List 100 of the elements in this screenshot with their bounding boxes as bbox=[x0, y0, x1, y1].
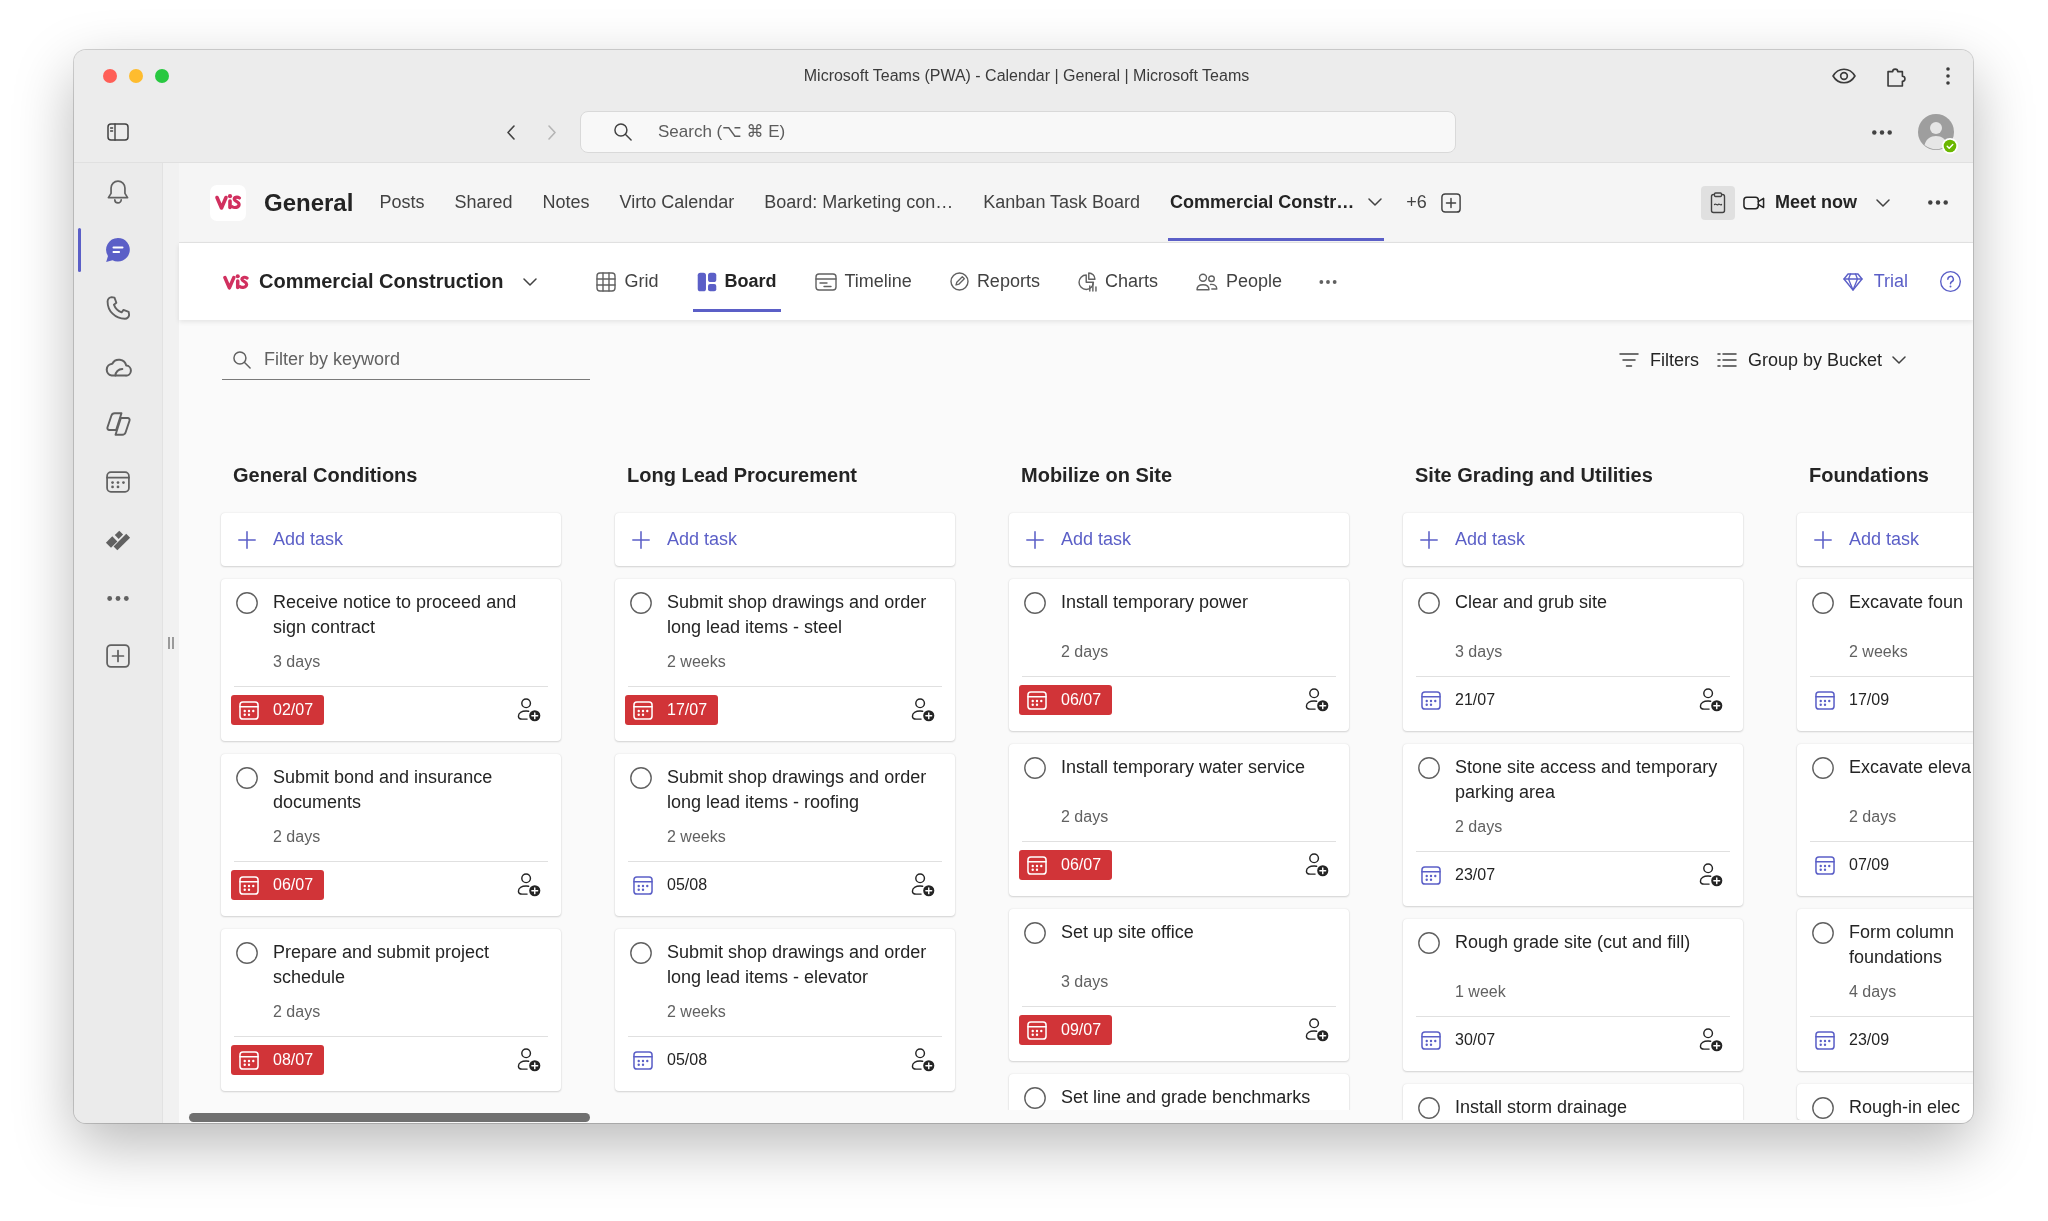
task-checkbox[interactable] bbox=[630, 766, 652, 789]
task-checkbox[interactable] bbox=[630, 591, 652, 614]
add-person-icon[interactable] bbox=[1699, 1028, 1723, 1052]
search-field[interactable]: Search (⌥ ⌘ E) bbox=[580, 111, 1456, 153]
view-tab[interactable]: People bbox=[1191, 251, 1286, 312]
view-tab[interactable]: Reports bbox=[945, 251, 1044, 312]
add-person-icon[interactable] bbox=[911, 1048, 935, 1072]
add-person-icon[interactable] bbox=[1305, 853, 1329, 877]
trial-button[interactable]: Trial bbox=[1842, 271, 1908, 292]
channel-tab[interactable]: Virto Calendar bbox=[617, 163, 737, 241]
due-date-button[interactable]: 06/07 bbox=[231, 870, 325, 900]
task-card[interactable]: Excavate eleva 2 days 07/09 bbox=[1797, 744, 1973, 896]
channel-tab[interactable]: Kanban Task Board bbox=[981, 163, 1143, 241]
linked-shapes-icon[interactable] bbox=[105, 412, 131, 436]
due-date-button[interactable]: 23/09 bbox=[1807, 1025, 1901, 1055]
add-task-button[interactable]: Add task bbox=[1009, 513, 1349, 566]
due-date-button[interactable]: 09/07 bbox=[1019, 1015, 1113, 1045]
due-date-button[interactable]: 07/09 bbox=[1807, 850, 1901, 880]
task-checkbox[interactable] bbox=[1812, 756, 1834, 779]
task-card[interactable]: Submit bond and insurance documents 2 days 06/07 bbox=[221, 754, 561, 916]
task-card[interactable]: Set up site office 3 days 09/07 bbox=[1009, 909, 1349, 1061]
task-card[interactable]: Receive notice to proceed and sign contract 3 days 02/07 bbox=[221, 579, 561, 741]
add-person-icon[interactable] bbox=[1699, 688, 1723, 712]
task-card[interactable]: Form column foundations 4 days 23/09 bbox=[1797, 909, 1973, 1071]
phone-icon[interactable] bbox=[106, 296, 130, 320]
add-person-icon[interactable] bbox=[911, 873, 935, 897]
task-card[interactable]: Submit shop drawings and order long lead items - steel 2 weeks 17/07 bbox=[615, 579, 955, 741]
due-date-button[interactable]: 17/09 bbox=[1807, 685, 1901, 715]
sidebar-icon[interactable] bbox=[107, 123, 129, 141]
task-checkbox[interactable] bbox=[1418, 1096, 1440, 1119]
add-person-icon[interactable] bbox=[517, 698, 541, 722]
due-date-button[interactable]: 05/08 bbox=[625, 1045, 719, 1075]
more-icon[interactable] bbox=[1319, 279, 1337, 284]
task-checkbox[interactable] bbox=[1812, 1096, 1834, 1119]
group-by-button[interactable]: Group by Bucket bbox=[1716, 349, 1906, 371]
add-person-icon[interactable] bbox=[911, 698, 935, 722]
add-person-icon[interactable] bbox=[1305, 688, 1329, 712]
add-task-button[interactable]: Add task bbox=[1403, 513, 1743, 566]
task-card[interactable]: Rough grade site (cut and fill) 1 week 30/07 bbox=[1403, 919, 1743, 1071]
more-icon[interactable] bbox=[1946, 67, 1950, 85]
task-checkbox[interactable] bbox=[1024, 921, 1046, 944]
task-card[interactable]: Install temporary power 2 days 06/07 bbox=[1009, 579, 1349, 731]
chevron-down-icon[interactable] bbox=[1876, 198, 1890, 207]
view-tab[interactable]: Charts bbox=[1073, 251, 1162, 312]
task-card[interactable]: Install temporary water service 2 days 06/07 bbox=[1009, 744, 1349, 896]
due-date-button[interactable]: 08/07 bbox=[231, 1045, 325, 1075]
meet-now-button[interactable]: Meet now bbox=[1743, 192, 1857, 213]
due-date-button[interactable]: 05/08 bbox=[625, 870, 719, 900]
task-card[interactable]: Clear and grub site 3 days 21/07 bbox=[1403, 579, 1743, 731]
help-icon[interactable] bbox=[1940, 271, 1961, 292]
window-close-button[interactable] bbox=[103, 69, 117, 83]
due-date-button[interactable]: 06/07 bbox=[1019, 850, 1113, 880]
view-tab[interactable]: Timeline bbox=[810, 251, 916, 312]
add-icon[interactable] bbox=[106, 644, 130, 668]
filter-field[interactable]: Filter by keyword bbox=[222, 340, 590, 380]
task-checkbox[interactable] bbox=[1024, 756, 1046, 779]
view-tab[interactable]: Grid bbox=[592, 251, 663, 312]
add-person-icon[interactable] bbox=[517, 1048, 541, 1072]
task-card[interactable]: Set line and grade benchmarks bbox=[1009, 1074, 1349, 1110]
more-icon[interactable] bbox=[1872, 129, 1892, 135]
task-card[interactable]: Submit shop drawings and order long lead items - roofing 2 weeks 05/08 bbox=[615, 754, 955, 916]
channel-tab[interactable]: Notes bbox=[540, 163, 592, 241]
add-person-icon[interactable] bbox=[517, 873, 541, 897]
task-card[interactable]: Excavate foun 2 weeks 17/09 bbox=[1797, 579, 1973, 731]
task-checkbox[interactable] bbox=[1024, 591, 1046, 614]
task-card[interactable]: Install storm drainage bbox=[1403, 1084, 1743, 1120]
scrollbar-thumb[interactable] bbox=[189, 1113, 590, 1122]
task-checkbox[interactable] bbox=[1418, 591, 1440, 614]
due-date-button[interactable]: 23/07 bbox=[1413, 860, 1507, 890]
task-card[interactable]: Submit shop drawings and order long lead items - elevator 2 weeks 05/08 bbox=[615, 929, 955, 1091]
more-icon[interactable] bbox=[107, 595, 129, 601]
task-checkbox[interactable] bbox=[630, 941, 652, 964]
back-icon[interactable] bbox=[507, 124, 515, 140]
task-card[interactable]: Prepare and submit project schedule 2 days 08/07 bbox=[221, 929, 561, 1091]
add-person-icon[interactable] bbox=[1305, 1018, 1329, 1042]
filters-button[interactable]: Filters bbox=[1618, 349, 1699, 371]
task-checkbox[interactable] bbox=[1418, 756, 1440, 779]
diagonal-blocks-icon[interactable] bbox=[105, 529, 131, 551]
chat-icon[interactable] bbox=[105, 237, 131, 263]
more-tabs-button[interactable]: +6 bbox=[1406, 192, 1427, 213]
more-icon[interactable] bbox=[1928, 200, 1948, 205]
bell-icon[interactable] bbox=[107, 180, 129, 204]
due-date-button[interactable]: 21/07 bbox=[1413, 685, 1507, 715]
chevron-down-icon[interactable] bbox=[523, 277, 538, 286]
due-date-button[interactable]: 02/07 bbox=[231, 695, 325, 725]
channel-tab[interactable]: Posts bbox=[377, 163, 427, 241]
add-person-icon[interactable] bbox=[1699, 863, 1723, 887]
task-checkbox[interactable] bbox=[1812, 921, 1834, 944]
clipboard-icon[interactable] bbox=[1701, 185, 1735, 220]
puzzle-piece-icon[interactable] bbox=[1887, 65, 1906, 87]
task-checkbox[interactable] bbox=[236, 941, 258, 964]
task-card[interactable]: Rough-in elec bbox=[1797, 1084, 1973, 1120]
add-task-button[interactable]: Add task bbox=[1797, 513, 1973, 566]
add-task-button[interactable]: Add task bbox=[615, 513, 955, 566]
channel-tab[interactable]: Board: Marketing con… bbox=[762, 163, 956, 241]
task-checkbox[interactable] bbox=[1418, 931, 1440, 954]
add-tab-icon[interactable] bbox=[1440, 192, 1461, 213]
due-date-button[interactable]: 17/07 bbox=[625, 695, 719, 725]
eye-icon[interactable] bbox=[1832, 68, 1856, 84]
task-checkbox[interactable] bbox=[236, 766, 258, 789]
